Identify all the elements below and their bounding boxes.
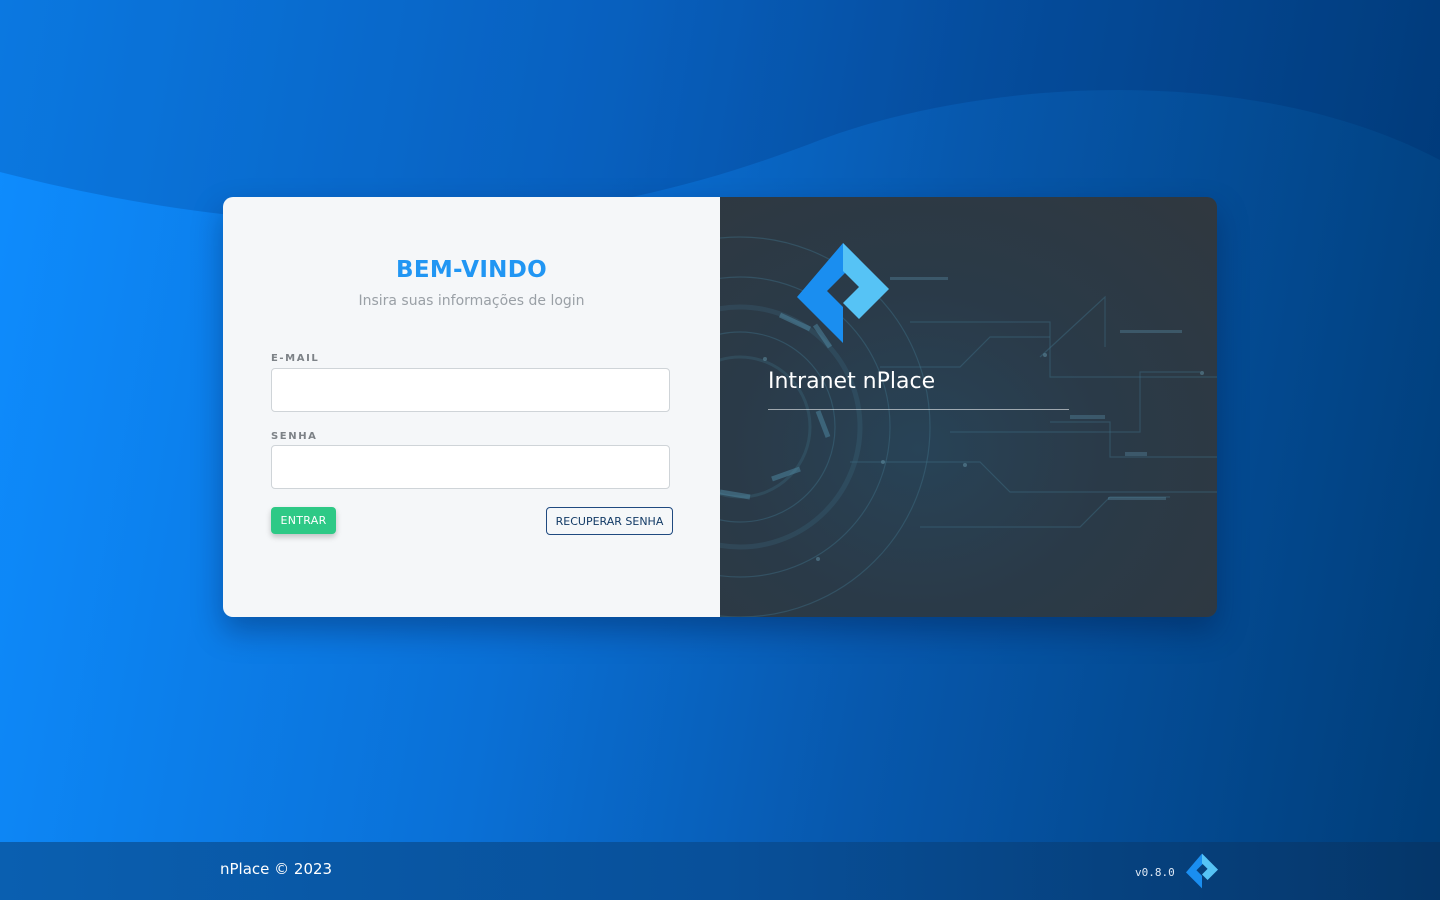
page-subtitle: Insira suas informações de login	[358, 293, 585, 309]
brand-underline	[768, 409, 1069, 410]
password-label: SENHA	[271, 431, 318, 442]
circuit-background-graphic	[720, 236, 1217, 617]
login-card: BEM-VINDO Insira suas informações de log…	[223, 197, 1217, 617]
brand-title: Intranet nPlace	[768, 369, 936, 394]
copyright-text: nPlace © 2023	[220, 860, 333, 878]
email-label: E-MAIL	[271, 353, 320, 364]
recover-password-button[interactable]: RECUPERAR SENHA	[546, 507, 673, 535]
brand-panel: Intranet nPlace	[720, 197, 1217, 617]
footer: nPlace © 2023 v0.8.0	[0, 842, 1440, 900]
version-label: v0.8.0	[1135, 866, 1175, 879]
page-title: BEM-VINDO	[396, 257, 547, 283]
nplace-logo-icon	[797, 243, 889, 343]
email-field[interactable]	[271, 368, 670, 412]
password-field[interactable]	[271, 445, 670, 489]
enter-button[interactable]: ENTRAR	[271, 507, 336, 534]
login-panel: BEM-VINDO Insira suas informações de log…	[223, 197, 720, 617]
nplace-logo-icon	[1186, 853, 1218, 889]
